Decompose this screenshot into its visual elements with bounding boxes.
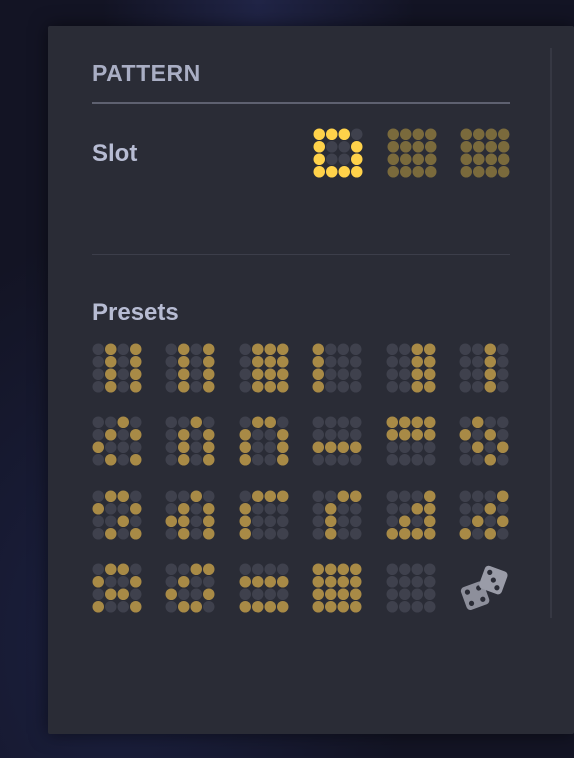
preset-pattern-17[interactable] <box>386 490 436 540</box>
preset-pattern-12[interactable] <box>459 416 509 466</box>
slot-pattern-2[interactable] <box>387 128 437 178</box>
slot-pattern-3[interactable] <box>460 128 510 178</box>
preset-pattern-23[interactable] <box>386 563 436 613</box>
preset-pattern-6[interactable] <box>459 343 509 393</box>
preset-pattern-20[interactable] <box>165 563 215 613</box>
preset-pattern-19[interactable] <box>92 563 142 613</box>
preset-pattern-18[interactable] <box>459 490 509 540</box>
preset-pattern-11[interactable] <box>386 416 436 466</box>
preset-pattern-3[interactable] <box>239 343 289 393</box>
preset-pattern-22[interactable] <box>312 563 362 613</box>
preset-pattern-8[interactable] <box>165 416 215 466</box>
panel-divider <box>550 48 552 618</box>
preset-pattern-7[interactable] <box>92 416 142 466</box>
preset-pattern-1[interactable] <box>92 343 142 393</box>
presets-label: Presets <box>92 299 179 326</box>
preset-pattern-16[interactable] <box>312 490 362 540</box>
preset-pattern-2[interactable] <box>165 343 215 393</box>
pattern-panel: PATTERN Slot Presets <box>48 26 574 734</box>
dice-icon[interactable] <box>459 563 509 613</box>
preset-pattern-13[interactable] <box>92 490 142 540</box>
preset-pattern-9[interactable] <box>239 416 289 466</box>
preset-pattern-15[interactable] <box>239 490 289 540</box>
slot-label: Slot <box>92 140 138 167</box>
preset-pattern-10[interactable] <box>312 416 362 466</box>
slot-pattern-1[interactable] <box>313 128 363 178</box>
panel-title: PATTERN <box>92 60 201 86</box>
section-separator <box>92 254 510 255</box>
title-underline <box>92 102 510 104</box>
preset-pattern-4[interactable] <box>312 343 362 393</box>
preset-pattern-5[interactable] <box>386 343 436 393</box>
preset-pattern-21[interactable] <box>239 563 289 613</box>
preset-pattern-14[interactable] <box>165 490 215 540</box>
